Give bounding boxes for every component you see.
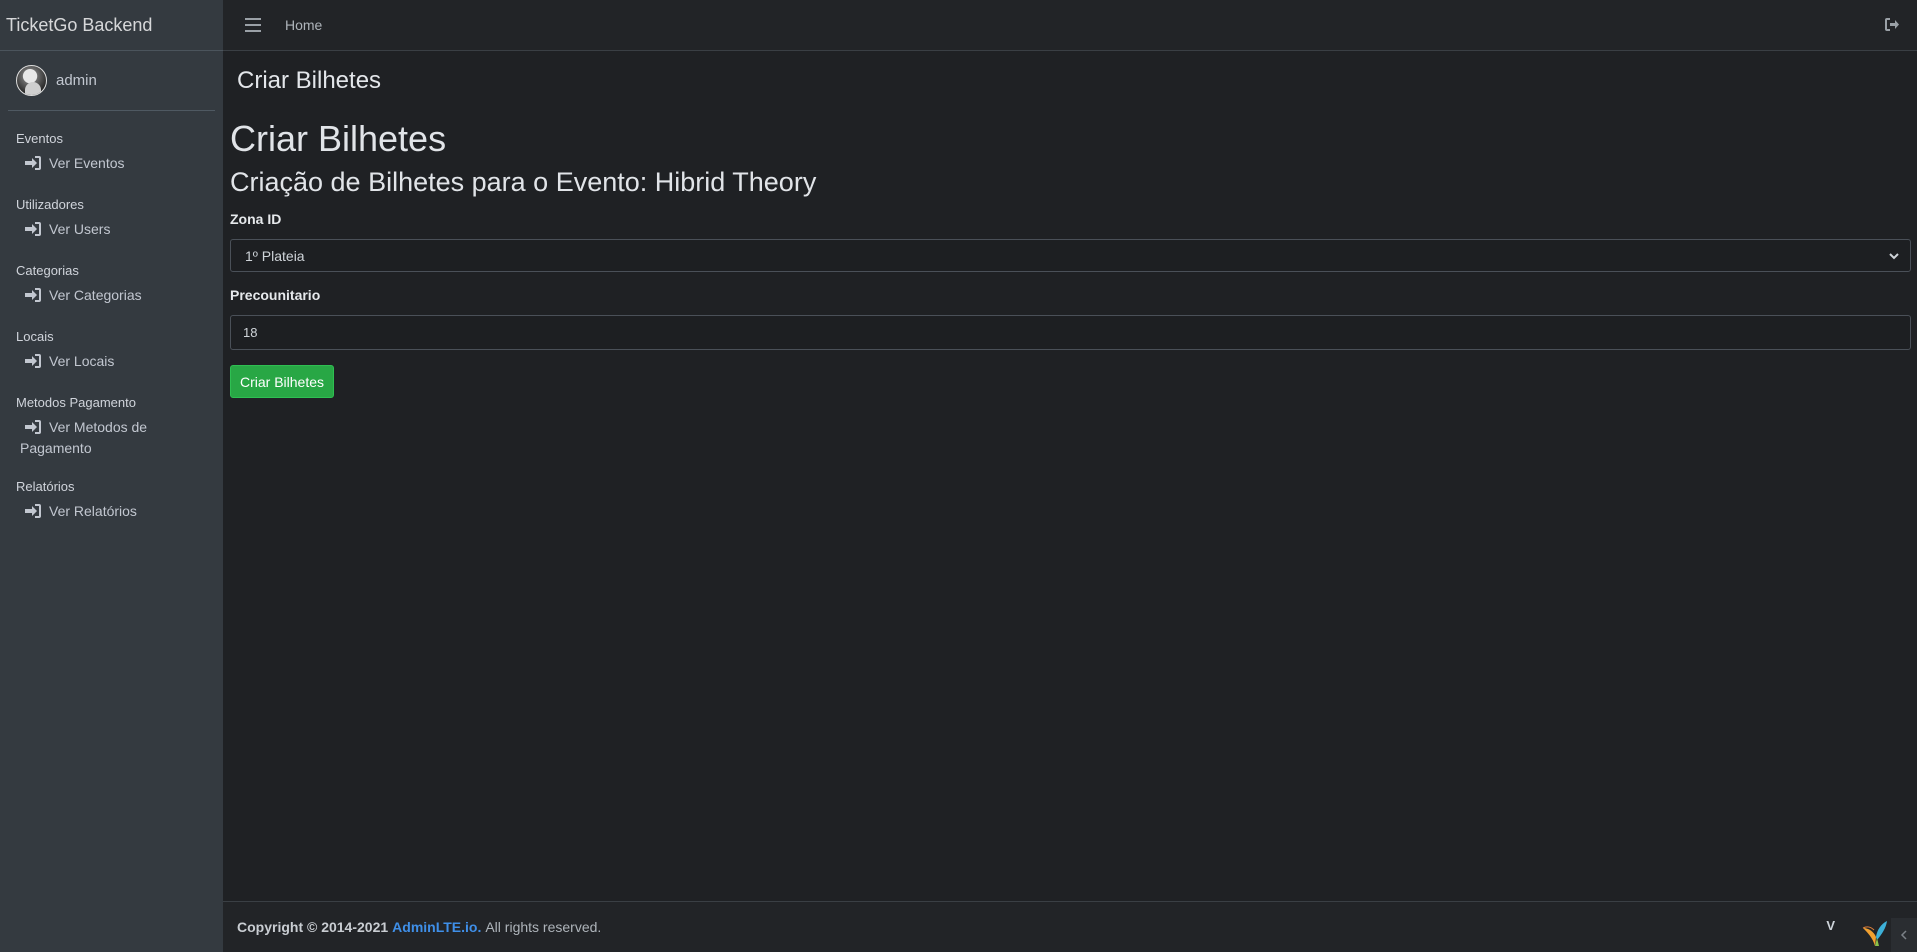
zona-select[interactable]: 1º Plateia <box>230 239 1911 272</box>
footer-copyright: Copyright © 2014-2021 <box>237 919 389 935</box>
sidebar-item-ver-relatorios[interactable]: Ver Relatórios <box>0 501 223 522</box>
nav-header-eventos: Eventos <box>16 131 63 146</box>
top-navbar: Home <box>223 0 1917 51</box>
sidebar-item-label-line2: Pagamento <box>20 440 92 456</box>
avatar <box>16 65 47 96</box>
sidebar-item-label: Ver Locais <box>49 353 115 369</box>
sidebar-item-ver-users[interactable]: Ver Users <box>0 219 223 240</box>
nav-header-categorias: Categorias <box>16 263 79 278</box>
sign-in-icon <box>25 420 41 434</box>
footer-rights: All rights reserved. <box>485 919 602 935</box>
main-footer: Copyright © 2014-2021 AdminLTE.io. All r… <box>223 901 1917 952</box>
nav-header-locais: Locais <box>16 329 54 344</box>
sidebar-item-label: Ver Metodos de <box>49 419 148 435</box>
sign-out-icon[interactable] <box>1885 18 1899 31</box>
user-name: admin <box>56 72 97 89</box>
sidebar-item-label: Ver Users <box>49 221 111 237</box>
sidebar-item-ver-categorias[interactable]: Ver Categorias <box>0 285 223 306</box>
sidebar-item-label: Ver Eventos <box>49 155 125 171</box>
criar-bilhetes-button[interactable]: Criar Bilhetes <box>230 365 334 398</box>
sign-in-icon <box>25 288 41 302</box>
sign-in-icon <box>25 222 41 236</box>
nav-header-utilizadores: Utilizadores <box>16 197 84 212</box>
yii-logo-icon[interactable] <box>1861 918 1889 948</box>
nav-header-relatorios: Relatórios <box>16 479 75 494</box>
sidebar-item-label: Ver Relatórios <box>49 503 137 519</box>
chevron-down-icon <box>1889 253 1899 260</box>
sign-in-icon <box>25 156 41 170</box>
nav-header-metodos-pagamento: Metodos Pagamento <box>16 395 136 410</box>
sign-in-icon <box>25 354 41 368</box>
sidebar-nav: Eventos Ver Eventos Utilizadores Ver Use… <box>0 111 223 522</box>
user-panel[interactable]: admin <box>8 51 215 111</box>
preco-input[interactable]: 18 <box>230 315 1911 350</box>
chevron-left-icon <box>1900 930 1907 940</box>
sidebar-item-label: Ver Categorias <box>49 287 142 303</box>
content-header-title: Criar Bilhetes <box>237 67 382 94</box>
bars-icon[interactable] <box>245 18 261 32</box>
control-sidebar-toggle[interactable] <box>1891 918 1917 952</box>
sidebar-item-ver-metodos-pagamento[interactable]: Ver Metodos de Pagamento <box>0 417 223 459</box>
sidebar-item-ver-eventos[interactable]: Ver Eventos <box>0 153 223 174</box>
page-subtitle: Criação de Bilhetes para o Evento: Hibri… <box>230 167 817 197</box>
content-wrapper: Criar Bilhetes Criar Bilhetes Criação de… <box>223 51 1917 901</box>
preco-label: Precounitario <box>230 287 321 303</box>
sidebar-item-ver-locais[interactable]: Ver Locais <box>0 351 223 372</box>
zona-label: Zona ID <box>230 211 282 227</box>
zona-selected-value: 1º Plateia <box>245 247 305 264</box>
page-title: Criar Bilhetes <box>230 118 447 159</box>
preco-input-value: 18 <box>243 325 258 340</box>
footer-adminlte-link[interactable]: AdminLTE.io. <box>392 919 481 935</box>
nav-home-link[interactable]: Home <box>285 17 322 33</box>
brand-link[interactable]: TicketGo Backend <box>0 0 223 51</box>
footer-version: V <box>1826 918 1835 933</box>
sidebar: TicketGo Backend admin Eventos Ver Event… <box>0 0 223 952</box>
sign-in-icon <box>25 504 41 518</box>
